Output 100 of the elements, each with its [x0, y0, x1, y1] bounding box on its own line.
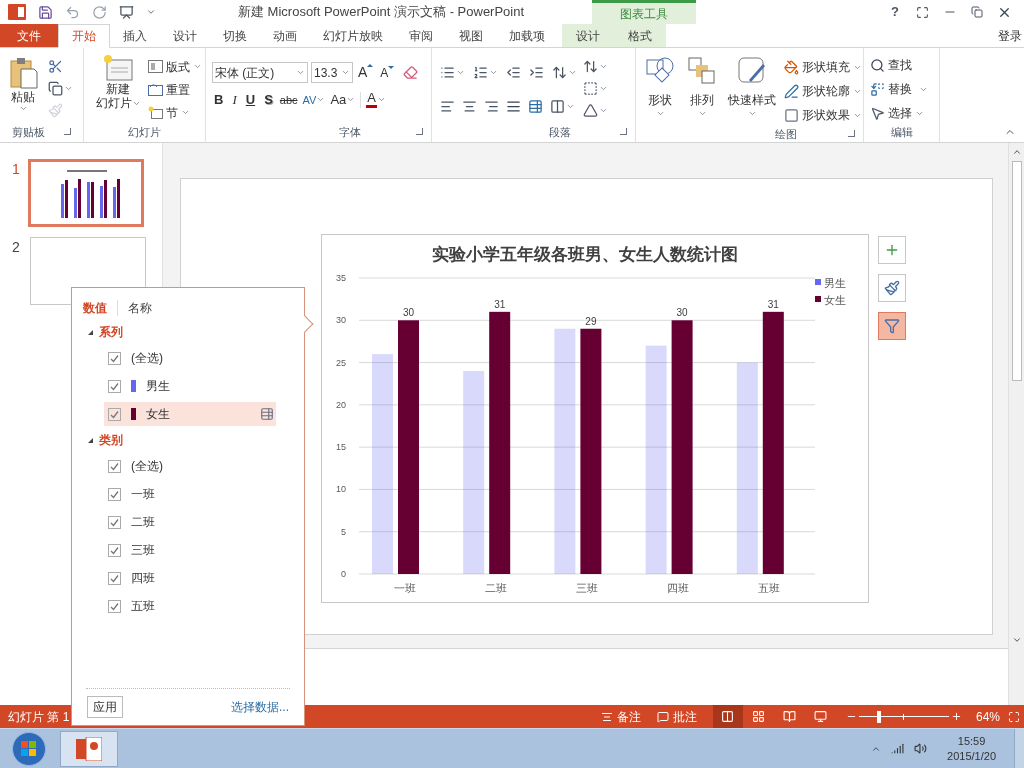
checkbox[interactable]: [108, 487, 121, 501]
edit-data-icon[interactable]: [260, 407, 274, 421]
vertical-scrollbar[interactable]: [1008, 143, 1024, 705]
font-size-field[interactable]: 13.3: [311, 62, 353, 83]
checkbox[interactable]: [108, 571, 121, 585]
restore-icon[interactable]: [971, 6, 983, 18]
expand-arrow-icon[interactable]: [88, 329, 93, 335]
help-button[interactable]: ?: [888, 2, 902, 22]
ribbon-tab[interactable]: 幻灯片放映: [310, 24, 396, 48]
ribbon-display-icon[interactable]: [916, 5, 929, 19]
scroll-down-icon[interactable]: [1011, 635, 1022, 645]
grow-font-button[interactable]: A: [356, 62, 376, 83]
bold-button[interactable]: B: [212, 90, 226, 110]
chart-side-button[interactable]: [878, 236, 906, 264]
start-button[interactable]: [12, 731, 46, 766]
ribbon-tab[interactable]: 设计: [160, 24, 210, 48]
filter-list-item[interactable]: (全选): [104, 346, 276, 370]
ribbon-tab[interactable]: 设计: [570, 24, 606, 47]
filter-list-item[interactable]: 三班: [104, 538, 276, 562]
filter-list-item[interactable]: 一班: [104, 482, 276, 506]
save-icon[interactable]: [38, 4, 53, 20]
shadow-button[interactable]: S: [262, 90, 275, 110]
filter-list-item[interactable]: 四班: [104, 566, 276, 590]
replace-button[interactable]: 替换: [870, 78, 939, 100]
redo-icon[interactable]: [92, 4, 107, 20]
checkbox[interactable]: [108, 543, 121, 557]
zoom-in-icon[interactable]: [950, 711, 962, 722]
expand-arrow-icon[interactable]: [88, 437, 93, 443]
ribbon-tab[interactable]: 审阅: [396, 24, 446, 48]
font-name-field[interactable]: 宋体 (正文): [212, 62, 308, 83]
comments-button[interactable]: 批注: [656, 707, 697, 726]
strikethrough-button[interactable]: abc: [279, 91, 298, 108]
undo-icon[interactable]: [65, 4, 80, 20]
ribbon-tab[interactable]: 切换: [210, 24, 260, 48]
file-tab[interactable]: 文件: [0, 24, 58, 47]
panel-tab[interactable]: 名称: [128, 299, 152, 317]
customize-icon[interactable]: [146, 7, 156, 17]
checkbox[interactable]: [108, 407, 121, 421]
group-label: 绘图: [775, 127, 797, 142]
filter-list-item[interactable]: 男生: [104, 374, 276, 398]
new-slide-button[interactable]: 新建 幻灯片: [92, 54, 144, 110]
axis-tick-label: 25: [336, 357, 346, 368]
chart-side-button[interactable]: [878, 312, 906, 340]
chart-side-button[interactable]: [878, 274, 906, 302]
fit-slide-icon[interactable]: [1008, 710, 1020, 723]
sign-in-link[interactable]: 登录: [998, 24, 1024, 47]
caret-icon: [747, 109, 757, 118]
checkbox[interactable]: [108, 515, 121, 529]
quick-styles-button[interactable]: 快速样式: [726, 56, 778, 118]
character-spacing-button[interactable]: AV: [302, 91, 326, 108]
slideshow-view-icon[interactable]: [813, 710, 827, 723]
signal-icon[interactable]: [891, 742, 905, 755]
checkbox[interactable]: [108, 459, 121, 473]
slideshow-icon[interactable]: [119, 4, 134, 20]
arrange-button[interactable]: 排列: [684, 56, 720, 118]
shapes-button[interactable]: 形状: [642, 56, 678, 118]
ribbon-tab[interactable]: 格式: [622, 24, 658, 47]
filter-list-item[interactable]: 二班: [104, 510, 276, 534]
align-right-icon: [484, 98, 499, 114]
shape-outline-button[interactable]: 形状轮廓: [784, 80, 862, 102]
font-color-button[interactable]: A: [366, 91, 386, 109]
slide-sorter-icon[interactable]: [751, 710, 765, 723]
taskbar-app-button[interactable]: [60, 730, 118, 767]
apply-button[interactable]: 应用: [87, 696, 123, 718]
scroll-thumb[interactable]: [1011, 161, 1022, 381]
shape-fill-button[interactable]: 形状填充: [784, 56, 862, 78]
change-case-button[interactable]: Aa: [330, 90, 356, 110]
notes-button[interactable]: 备注: [600, 707, 641, 726]
section-button[interactable]: 节: [148, 102, 202, 123]
layout-button[interactable]: 版式: [148, 56, 202, 77]
scroll-up-icon[interactable]: [1011, 147, 1022, 157]
find-button[interactable]: 查找: [870, 54, 939, 76]
paste-button[interactable]: 粘贴: [6, 56, 40, 113]
ribbon-tab[interactable]: 视图: [446, 24, 496, 48]
volume-icon[interactable]: [914, 742, 928, 755]
shape-effects-button[interactable]: 形状效果: [784, 104, 862, 126]
ribbon-tab[interactable]: 动画: [260, 24, 310, 48]
reading-view-icon[interactable]: [782, 710, 796, 723]
filter-list-item[interactable]: 五班: [104, 594, 276, 618]
eraser-icon[interactable]: [403, 65, 419, 80]
ribbon-tab[interactable]: 加载项: [496, 24, 558, 48]
checkbox[interactable]: [108, 351, 121, 365]
filter-list-item[interactable]: (全选): [104, 454, 276, 478]
italic-button[interactable]: I: [230, 90, 239, 110]
zoom-slider[interactable]: [858, 710, 949, 723]
underline-button[interactable]: U: [243, 90, 258, 110]
checkbox[interactable]: [108, 379, 121, 393]
select-button[interactable]: 选择: [870, 102, 939, 124]
ribbon-tab[interactable]: 插入: [110, 24, 160, 48]
panel-tab[interactable]: 数值: [83, 299, 107, 317]
item-label: (全选): [131, 350, 163, 367]
normal-view-button[interactable]: [712, 705, 743, 728]
checkbox[interactable]: [108, 599, 121, 613]
filter-list-item[interactable]: 女生: [104, 402, 276, 426]
ribbon-tab[interactable]: 开始: [58, 24, 110, 48]
distributed-icon: [528, 98, 543, 114]
reset-button[interactable]: 重置: [148, 79, 202, 100]
select-data-link[interactable]: 选择数据...: [231, 698, 289, 716]
shrink-font-button[interactable]: A: [378, 63, 397, 82]
axis-tick-label: 5: [341, 526, 346, 537]
